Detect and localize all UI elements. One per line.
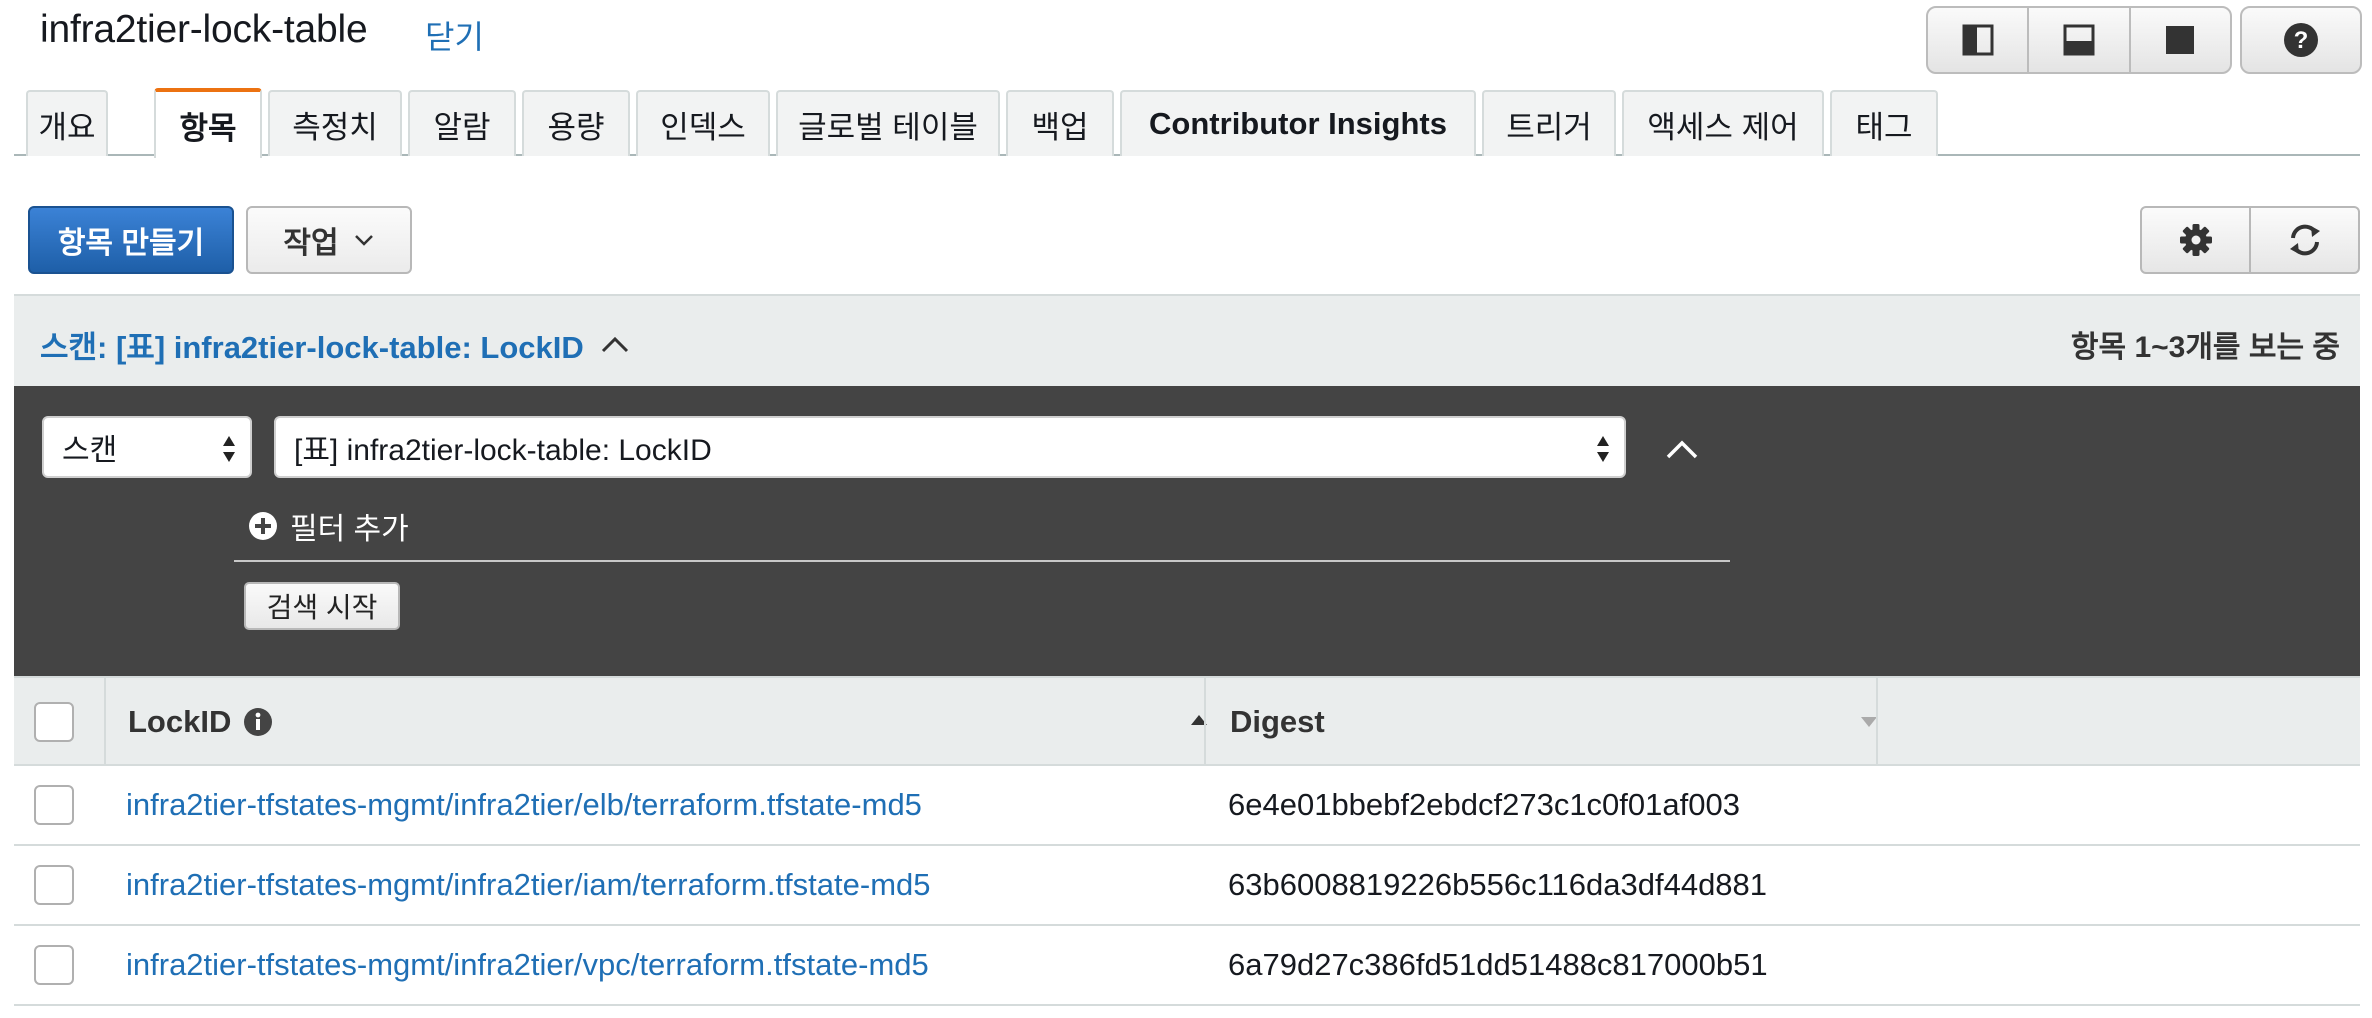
select-all-cell (34, 678, 74, 766)
select-all-checkbox[interactable] (34, 702, 74, 742)
start-search-button[interactable]: 검색 시작 (244, 582, 400, 630)
svg-text:?: ? (2294, 27, 2309, 54)
column-divider (1876, 678, 1878, 766)
gear-icon (2179, 224, 2212, 256)
lockid-link[interactable]: infra2tier-tfstates-mgmt/infra2tier/vpc/… (126, 926, 929, 1004)
tab-tags[interactable]: 태그 (1830, 90, 1938, 156)
create-item-button[interactable]: 항목 만들기 (28, 206, 234, 274)
table-tools (2140, 206, 2360, 274)
add-filter-link[interactable]: 필터 추가 (248, 504, 409, 548)
full-panel-icon (2166, 26, 2195, 54)
row-checkbox[interactable] (34, 865, 74, 905)
tab-alarms[interactable]: 알람 (408, 90, 516, 156)
close-link[interactable]: 닫기 (425, 12, 484, 58)
plus-circle-icon (249, 512, 277, 540)
settings-button[interactable] (2142, 208, 2251, 272)
scan-mode-select[interactable]: 스캔 (42, 416, 252, 478)
info-icon[interactable] (243, 707, 273, 737)
select-arrows-icon (223, 436, 235, 462)
row-checkbox[interactable] (34, 945, 74, 985)
tab-bar: 개요 항목 측정치 알람 용량 인덱스 글로벌 테이블 백업 Contribut… (14, 88, 2360, 158)
tab-overview[interactable]: 개요 (26, 90, 108, 156)
tab-items[interactable]: 항목 (154, 88, 262, 158)
split-vertical-icon (1962, 24, 1994, 56)
refresh-icon (2289, 224, 2320, 256)
row-checkbox-cell (34, 846, 74, 924)
scan-source-value: [표] infra2tier-lock-table: LockID (294, 434, 712, 467)
column-divider (104, 678, 106, 766)
split-vertical-button[interactable] (1928, 8, 2030, 72)
tab-contributor-insights[interactable]: Contributor Insights (1120, 90, 1476, 156)
split-horizontal-button[interactable] (2029, 8, 2131, 72)
digest-value: 6a79d27c386fd51dd51488c817000b51 (1228, 947, 1768, 982)
chevron-up-icon[interactable] (600, 334, 630, 354)
column-header-lockid[interactable]: LockID (128, 678, 1208, 766)
full-panel-button[interactable] (2131, 8, 2230, 72)
table-header: LockID Digest (14, 676, 2360, 766)
actions-label: 작업 (283, 227, 339, 260)
help-button[interactable]: ? (2240, 6, 2362, 74)
help-icon: ? (2284, 23, 2318, 57)
split-horizontal-icon (2063, 24, 2095, 56)
row-checkbox[interactable] (34, 785, 74, 825)
refresh-button[interactable] (2251, 208, 2358, 272)
table-row: infra2tier-tfstates-mgmt/infra2tier/vpc/… (14, 926, 2360, 1006)
tab-backups[interactable]: 백업 (1006, 90, 1114, 156)
item-count: 항목 1~3개를 보는 중 (2070, 331, 2340, 364)
chevron-down-icon (354, 235, 373, 246)
column-divider (1204, 678, 1206, 766)
tab-indexes[interactable]: 인덱스 (636, 90, 770, 156)
tab-global-tables[interactable]: 글로벌 테이블 (776, 90, 1000, 156)
row-checkbox-cell (34, 766, 74, 844)
scan-summary-bar: 스캔: [표] infra2tier-lock-table: LockID 항목… (14, 294, 2360, 386)
add-filter-label: 필터 추가 (290, 513, 409, 546)
scan-title[interactable]: 스캔: [표] infra2tier-lock-table: LockID (40, 322, 584, 367)
lockid-link[interactable]: infra2tier-tfstates-mgmt/infra2tier/elb/… (126, 766, 922, 844)
column-label-digest: Digest (1230, 704, 1325, 739)
column-header-digest[interactable]: Digest (1230, 678, 1878, 766)
lockid-link[interactable]: infra2tier-tfstates-mgmt/infra2tier/iam/… (126, 846, 931, 924)
digest-value: 63b6008819226b556c116da3df44d881 (1228, 867, 1768, 902)
tab-triggers[interactable]: 트리거 (1482, 90, 1616, 156)
filter-panel: 스캔 [표] infra2tier-lock-table: LockID 필터 … (14, 386, 2360, 676)
table-row: infra2tier-tfstates-mgmt/infra2tier/elb/… (14, 766, 2360, 846)
actions-dropdown[interactable]: 작업 (246, 206, 412, 274)
column-label-lockid: LockID (128, 704, 232, 739)
layout-toggle-group (1926, 6, 2232, 74)
tab-capacity[interactable]: 용량 (522, 90, 630, 156)
row-checkbox-cell (34, 926, 74, 1004)
select-arrows-icon (1597, 436, 1609, 462)
digest-value: 6e4e01bbebf2ebdcf273c1c0f01af003 (1228, 787, 1740, 822)
collapse-chevron-icon[interactable] (1664, 438, 1700, 460)
page-title: infra2tier-lock-table (40, 8, 368, 51)
tab-metrics[interactable]: 측정치 (268, 90, 402, 156)
scan-source-select[interactable]: [표] infra2tier-lock-table: LockID (274, 416, 1626, 478)
filter-divider (234, 560, 1730, 562)
table-row: infra2tier-tfstates-mgmt/infra2tier/iam/… (14, 846, 2360, 926)
items-table: LockID Digest infra2tier-tfstates-mgmt/i… (14, 676, 2360, 1006)
tab-access-control[interactable]: 액세스 제어 (1622, 90, 1824, 156)
scan-mode-value: 스캔 (62, 434, 118, 467)
